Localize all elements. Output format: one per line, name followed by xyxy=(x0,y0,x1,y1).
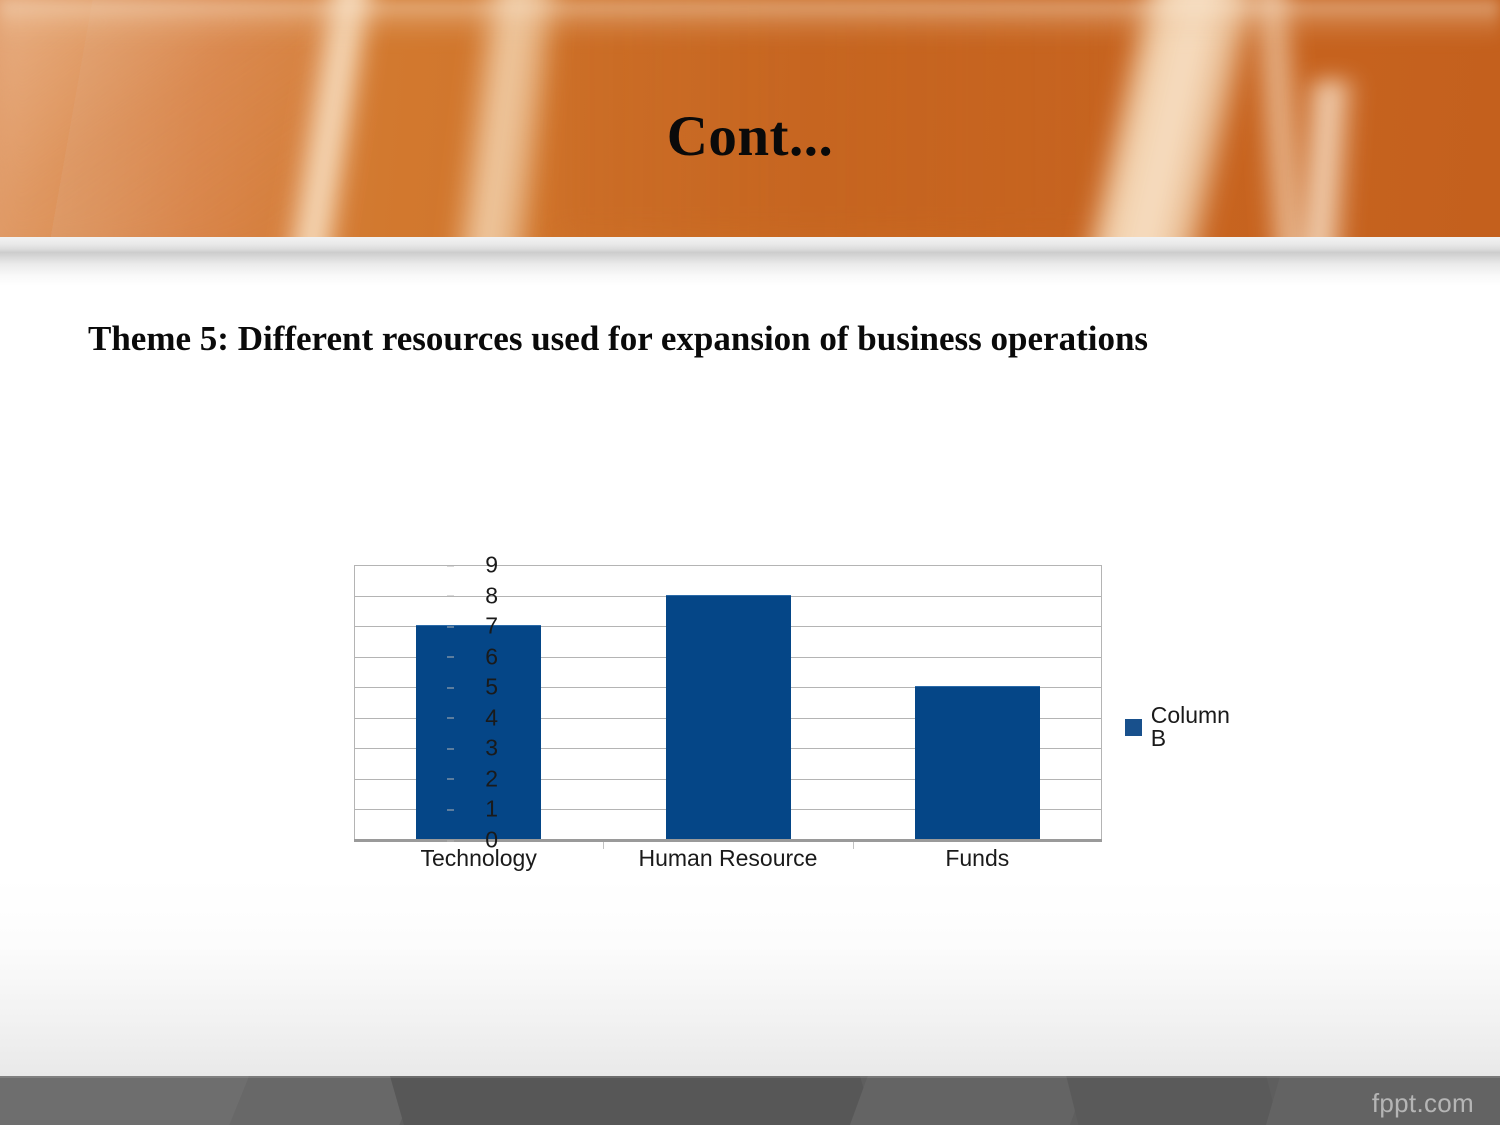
legend-swatch-icon xyxy=(1125,718,1142,736)
chart-y-tick-mark xyxy=(447,565,454,566)
footer-watermark: fppt.com xyxy=(1371,1088,1474,1118)
slide-footer: fppt.com xyxy=(0,1076,1500,1125)
chart-y-tick-mark xyxy=(447,656,454,658)
header-ledge xyxy=(0,237,1500,252)
chart-y-tick-label: 9 xyxy=(447,553,498,577)
chart-y-tick-mark xyxy=(447,809,454,811)
chart-x-tick-label: Technology xyxy=(420,845,537,871)
header-top-fade xyxy=(0,0,1500,44)
chart-y-tick-mark xyxy=(447,778,454,780)
chart-legend: Column B xyxy=(1125,704,1250,750)
chart-y-tick-label: 8 xyxy=(447,584,498,607)
footer-shape xyxy=(381,1076,889,1125)
chart-x-tick-label: Funds xyxy=(945,845,1010,871)
chart-y-tick-label: 3 xyxy=(447,736,498,760)
page-title: Cont... xyxy=(666,105,834,168)
footer-shape xyxy=(1058,1076,1292,1125)
chart-y-tick-mark xyxy=(447,595,454,597)
chart-y-tick-label: 4 xyxy=(447,706,498,729)
header-ledge-shadow xyxy=(0,252,1500,286)
chart-y-tick-label: 2 xyxy=(447,767,498,790)
footer-shape xyxy=(831,1076,1099,1125)
chart-y-tick-label: 5 xyxy=(447,675,498,699)
chart-bar xyxy=(914,686,1040,840)
chart-y-tick-label: 1 xyxy=(447,797,498,821)
chart-y-tick-mark xyxy=(447,687,454,689)
legend-label: Column B xyxy=(1150,702,1230,751)
chart-y-tick-mark xyxy=(447,840,454,841)
chart-bar xyxy=(665,594,791,840)
chart-y-tick-label: 7 xyxy=(447,614,498,638)
chart-y-tick-mark xyxy=(447,626,454,628)
chart-x-tick-label: Human Resource xyxy=(638,845,818,871)
chart-inner: 9876543210 Technology Human Resource Funds… xyxy=(305,544,1250,885)
chart-y-tick-mark xyxy=(447,717,454,719)
chart-y-tick-label: 6 xyxy=(447,645,498,668)
presentation-slide: Cont... Theme 5: Different resources use… xyxy=(0,0,1500,1125)
footer-top-highlight xyxy=(0,1076,1500,1078)
chart-y-tick-mark xyxy=(447,748,454,750)
bar-chart: 9876543210 Technology Human Resource Funds… xyxy=(305,544,1250,885)
slide-body-text: Theme 5: Different resources used for ex… xyxy=(88,319,1149,358)
